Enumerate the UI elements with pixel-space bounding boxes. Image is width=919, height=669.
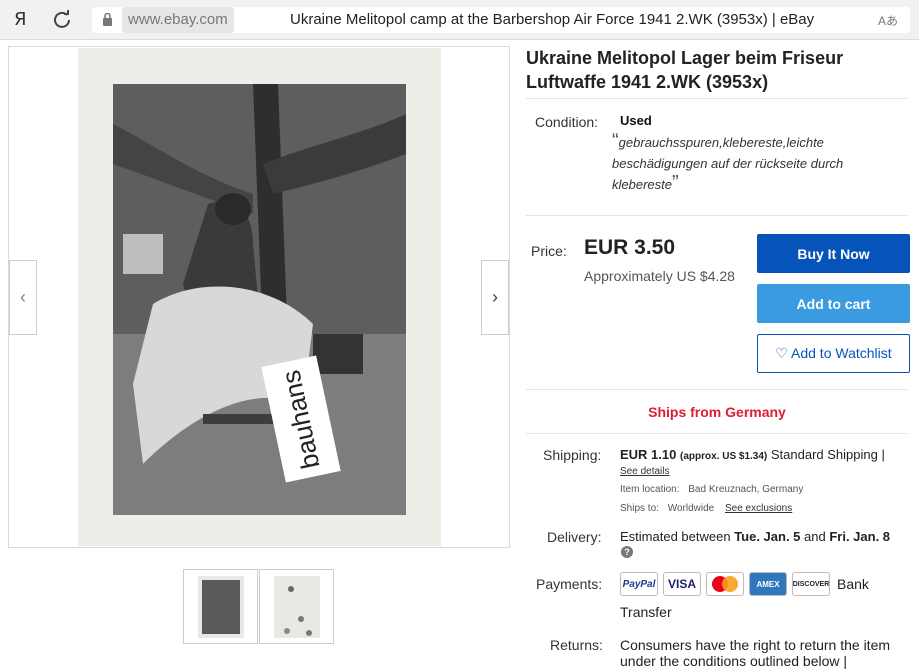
delivery-and: and [800, 529, 830, 544]
thumbnail-strip [183, 569, 334, 644]
condition-label: Condition: [535, 114, 599, 130]
discover-icon: DISCOVER [792, 572, 830, 596]
add-to-watchlist-button[interactable]: ♡ Add to Watchlist [757, 334, 910, 373]
bank-label: Bank [837, 576, 869, 592]
visa-icon: VISA [663, 572, 701, 596]
listing-title: Ukraine Melitopol Lager beim Friseur Luf… [526, 48, 844, 92]
chevron-left-icon: ‹ [20, 287, 26, 307]
returns-label: Returns: [550, 637, 603, 653]
thumbnail-back-image [274, 576, 320, 638]
open-quote: “ [612, 130, 619, 152]
shipping-cost: EUR 1.10 [620, 447, 677, 462]
ships-from-notice: Ships from Germany [648, 404, 786, 420]
ships-to-label: Ships to: [620, 503, 659, 514]
next-image-button[interactable]: › [481, 260, 509, 335]
ships-to: Ships to: Worldwide See exclusions [620, 503, 792, 514]
shipping-approx: (approx. US $1.34) [680, 451, 768, 462]
payments-label: Payments: [536, 576, 603, 592]
close-quote: ” [671, 172, 679, 194]
main-photo: bauhans [78, 48, 441, 546]
condition-description: “gebrauchsspuren,klebereste,leichte besc… [612, 130, 897, 195]
transfer-label: Transfer [620, 604, 672, 620]
divider [526, 433, 908, 434]
returns-text: Consumers have the right to return the i… [620, 637, 891, 669]
payment-methods: PayPal VISA AMEX DISCOVER Bank [620, 572, 869, 596]
buy-it-now-button[interactable]: Buy It Now [757, 234, 910, 273]
price-approx: Approximately US $4.28 [584, 268, 735, 284]
item-location-value: Bad Kreuznach, Germany [688, 484, 804, 495]
photo-scene-graphic [113, 84, 406, 515]
condition-text: gebrauchsspuren,klebereste,leichte besch… [612, 135, 844, 192]
divider [526, 215, 908, 216]
reload-icon[interactable] [52, 9, 72, 29]
photo-image [113, 84, 406, 515]
yandex-logo-icon[interactable]: Я [14, 9, 27, 30]
divider [526, 98, 908, 99]
delivery-prefix: Estimated between [620, 529, 735, 544]
chevron-right-icon: › [492, 287, 498, 307]
thumbnail-front-image [198, 576, 244, 638]
delivery-start: Tue. Jan. 5 [734, 529, 801, 544]
image-viewer[interactable]: bauhans ‹ › [8, 46, 510, 548]
thumbnail-2[interactable] [259, 569, 334, 644]
url-domain: www.ebay.com [122, 7, 234, 33]
mastercard-icon [706, 572, 744, 596]
address-bar[interactable]: www.ebay.com Ukraine Melitopol camp at t… [92, 7, 910, 33]
delivery-estimate: Estimated between Tue. Jan. 5 and Fri. J… [620, 529, 890, 544]
see-details-link[interactable]: See details [620, 466, 669, 477]
translate-icon[interactable]: Aあ [878, 12, 898, 29]
thumbnail-1[interactable] [183, 569, 258, 644]
condition-value: Used [620, 113, 652, 128]
see-exclusions-link[interactable]: See exclusions [725, 503, 792, 514]
ships-to-value: Worldwide [667, 503, 715, 514]
prev-image-button[interactable]: ‹ [9, 260, 37, 335]
item-location: Item location: Bad Kreuznach, Germany [620, 484, 803, 495]
shipping-label: Shipping: [543, 447, 602, 463]
add-to-cart-button[interactable]: Add to cart [757, 284, 910, 323]
item-location-label: Item location: [620, 484, 680, 495]
help-icon[interactable]: ? [621, 546, 633, 558]
paypal-icon: PayPal [620, 572, 658, 596]
divider [526, 389, 908, 390]
amex-icon: AMEX [749, 572, 787, 596]
delivery-label: Delivery: [547, 529, 602, 545]
delivery-end: Fri. Jan. 8 [829, 529, 891, 544]
shipping-summary: EUR 1.10 (approx. US $1.34) Standard Shi… [620, 447, 885, 462]
browser-toolbar: Я www.ebay.com Ukraine Melitopol camp at… [0, 0, 919, 40]
page-tab-title: Ukraine Melitopol camp at the Barbershop… [290, 11, 815, 28]
price-label: Price: [531, 243, 567, 259]
lock-icon [103, 13, 112, 26]
shipping-service: Standard Shipping | [770, 447, 885, 462]
price-value: EUR 3.50 [584, 236, 676, 259]
